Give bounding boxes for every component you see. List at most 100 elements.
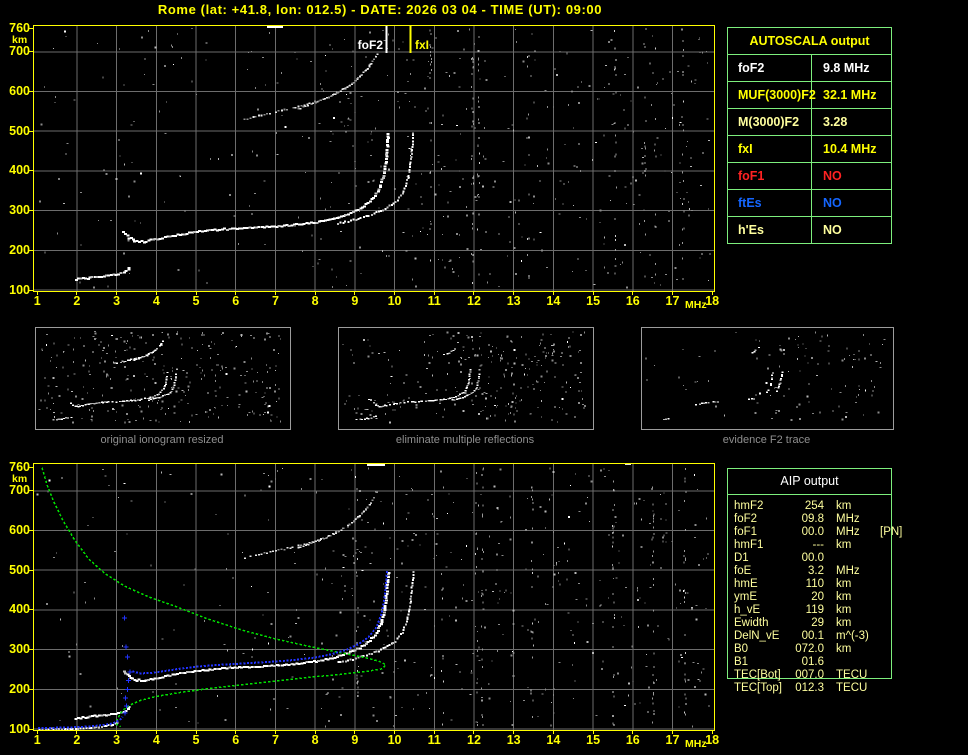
aip-note-cell [876,656,880,669]
autoscala-row-M(3000)F2: M(3000)F2 3.28 [728,109,891,136]
aip-row-hmF1: hmF1 --- km [734,539,966,552]
aip-value-cell: 00.1 [801,630,824,642]
y-axis-tick [29,728,33,730]
aip-param-cell: foE [734,565,752,577]
y-axis-tick [29,27,33,29]
mini-panel-original-ionogram [35,327,291,430]
aip-param-cell: Ewidth [734,617,769,629]
y-axis-tick [29,130,33,132]
x-axis-label: 13 [506,294,521,308]
panel-caption-2: eliminate multiple reflections [395,434,535,446]
x-axis-tick [592,292,594,295]
x-axis-label: 7 [271,733,279,747]
x-axis-label: 2 [73,294,81,308]
aip-row-hmF2: hmF2 254 km [734,500,966,513]
aip-param-cell: hmF2 [734,500,764,512]
aip-unit-cell: MHz [836,513,860,525]
aip-value-cell: 09.8 [801,513,824,525]
x-axis-label: 16 [625,733,640,747]
param-cell: foF2 [728,55,812,81]
y-axis-tick [29,249,33,251]
aip-param-cell: B0 [734,643,749,655]
autoscala-table: AUTOSCALA output foF2 9.8 MHz MUF(3000)F2 3… [727,27,892,244]
aip-param-cell: ymE [734,591,757,603]
aip-note-cell [876,591,880,604]
y-axis-tick [29,289,33,291]
aip-unit-cell: MHz [836,526,860,538]
x-axis-label: 17 [665,294,680,308]
x-axis-label: 10 [387,294,402,308]
aip-note-cell [876,500,880,513]
aip-value-cell: 254 [804,500,824,512]
autoscala-row-ftEs: ftEs NO [728,190,891,217]
param-cell: MUF(3000)F2 [728,82,816,108]
aip-value-cell: 012.3 [795,682,824,694]
y-axis-label: 200 [9,681,30,696]
aip-value-cell: 110 [805,578,824,590]
aip-note-cell [876,513,880,526]
aip-note-cell [876,539,880,552]
aip-note-cell: [PN] [880,526,903,538]
x-axis-label: 3 [113,733,121,747]
x-axis-tick [76,292,78,295]
x-axis-tick [592,731,594,734]
x-axis-tick [314,731,316,734]
x-axis-label: 15 [586,733,601,747]
x-axis-label: 12 [467,733,481,747]
x-axis-label: 10 [387,733,402,747]
aip-param-cell: TEC[Bot] [734,669,781,681]
y-axis-tick [29,91,33,92]
aip-unit-cell: m^(-3) [836,630,869,642]
y-axis-label: 760 [9,20,30,35]
aip-note-cell [876,669,880,682]
y-axis-label: 300 [9,642,30,657]
x-axis-tick [394,292,396,295]
aip-value-cell: 072.0 [795,643,824,655]
aip-value-cell: 20 [811,591,824,603]
aip-value-cell: 00.0 [801,552,824,564]
x-axis-label: 17 [665,733,680,747]
aip-unit-cell: km [836,539,852,551]
param-cell: h'Es [728,217,812,243]
aip-value-cell: 01.6 [801,656,824,668]
x-axis-tick [433,292,435,295]
aip-rows: hmF2 254 km foF2 09.8 MHz foF1 00.0 MHz [PN] hmF1 -… [734,500,966,695]
aip-unit-cell: MHz [836,565,860,577]
y-axis-label: 600 [9,523,30,537]
x-axis-tick [116,731,118,734]
y-axis-label: 600 [9,84,30,98]
x-axis-label: 1 [33,294,41,308]
aip-note-cell [876,552,880,565]
aip-value-cell: 00.0 [801,526,824,538]
x-axis-label: 3 [113,294,121,308]
aip-row-h_vE: h_vE 119 km [734,604,966,617]
x-axis-tick [155,731,157,734]
panel-caption-3: evidence F2 trace [722,434,811,446]
aip-unit-cell [824,656,876,669]
y-axis-label: 760 [9,459,30,474]
y-axis-tick [29,210,33,212]
fxi-marker-label: fxI [415,38,430,52]
aip-unit-cell: km [836,591,852,603]
y-axis-tick [29,530,33,531]
aip-row-foE: foE 3.2 MHz [734,565,966,578]
value-cell: 9.8 MHz [823,61,870,75]
autoscala-row-fxI: fxI 10.4 MHz [728,136,891,163]
y-axis-label: 700 [9,483,30,498]
x-axis-tick [314,292,316,295]
aip-param-cell: DelN_vE [734,630,780,642]
value-cell: 32.1 MHz [823,88,877,102]
bottom-ionogram-canvas [33,463,715,731]
x-axis-tick [274,731,276,734]
x-axis-label: 7 [271,294,279,308]
autoscala-app-window: Rome (lat: +41.8, lon: 012.5) - DATE: 20… [0,0,968,755]
x-axis-tick [354,292,356,295]
x-axis-label: 6 [232,294,240,308]
x-axis-label: 12 [467,294,481,308]
bottom-ionogram [33,463,715,731]
page-title: Rome (lat: +41.8, lon: 012.5) - DATE: 20… [157,2,603,17]
x-axis-tick [235,292,237,295]
km-unit-label-top: km [12,34,28,46]
y-axis-tick [29,51,33,53]
value-cell: NO [823,169,842,183]
